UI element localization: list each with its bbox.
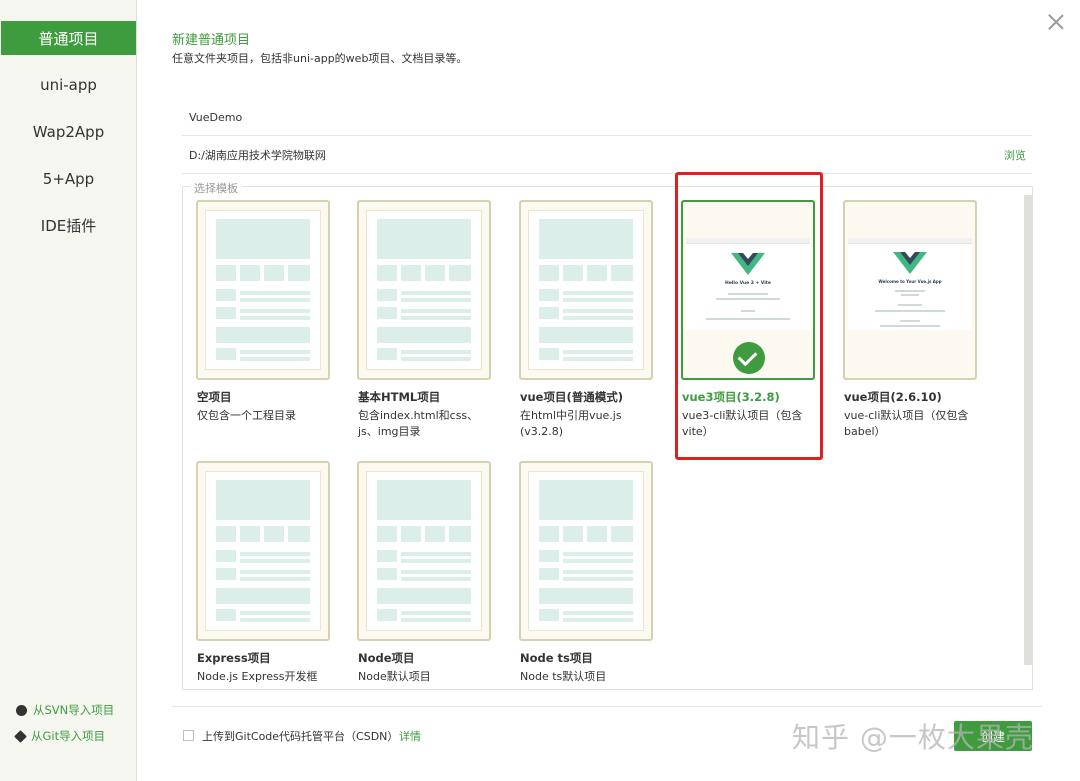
git-import-label: 从Git导入项目 <box>31 729 106 743</box>
layout-preview <box>528 471 644 631</box>
sidebar: 普通项目 uni-app Wap2App 5+App IDE插件 从SVN导入项… <box>0 0 137 781</box>
template-card-empty[interactable]: 空项目 仅包含一个工程目录 <box>196 200 330 424</box>
template-card-express[interactable]: Express项目 Node.js Express开发框架默认项目 <box>196 461 330 685</box>
template-thumbnail: Welcome to Your Vue.js App <box>843 200 977 380</box>
page-title: 新建普通项目 <box>172 33 251 48</box>
vue2-preview-title: Welcome to Your Vue.js App <box>878 279 942 284</box>
sidebar-item-normal-project[interactable]: 普通项目 <box>1 21 136 55</box>
template-title: Node项目 <box>358 651 415 665</box>
template-thumbnail <box>196 461 330 641</box>
template-title: 基本HTML项目 <box>358 390 441 404</box>
template-scrollbar[interactable] <box>1024 195 1032 665</box>
browse-button[interactable]: 浏览 <box>1004 138 1026 174</box>
template-desc: Node.js Express开发框架默认项目 <box>197 670 318 683</box>
template-desc: Node默认项目 <box>358 670 431 683</box>
template-thumbnail <box>357 200 491 380</box>
template-thumbnail <box>519 461 653 641</box>
template-title: Express项目 <box>197 651 271 665</box>
template-card-vue2[interactable]: Welcome to Your Vue.js App vue项目(2.6.10)… <box>843 200 977 440</box>
layout-preview <box>205 210 321 370</box>
project-location-value: D:/湖南应用技术学院物联网 <box>189 149 326 162</box>
vue2-preview: Welcome to Your Vue.js App <box>848 238 972 330</box>
template-title: vue项目(2.6.10) <box>844 390 942 404</box>
page-subtitle: 任意文件夹项目，包括非uni-app的web项目、文档目录等。 <box>172 52 468 65</box>
highlight-box <box>675 172 823 460</box>
sidebar-item-uni-app[interactable]: uni-app <box>1 68 136 102</box>
layout-preview <box>528 210 644 370</box>
git-icon <box>14 729 27 743</box>
git-import-link[interactable]: 从Git导入项目 <box>14 728 106 744</box>
watermark: 知乎 @一枚大果壳 <box>792 721 1034 754</box>
close-icon[interactable] <box>1046 12 1066 32</box>
template-title: vue项目(普通模式) <box>520 390 623 404</box>
sidebar-item-ide-plugin[interactable]: IDE插件 <box>1 208 136 242</box>
svn-import-link[interactable]: 从SVN导入项目 <box>16 702 114 718</box>
template-thumbnail <box>196 200 330 380</box>
sidebar-item-5plus-app[interactable]: 5+App <box>1 162 136 196</box>
footer-divider <box>172 706 1042 707</box>
project-location-input[interactable]: D:/湖南应用技术学院物联网 浏览 <box>182 138 1032 174</box>
template-desc: Node ts默认项目 <box>520 670 607 683</box>
template-title: Node ts项目 <box>520 651 593 665</box>
template-card-basic-html[interactable]: 基本HTML项目 包含index.html和css、js、img目录 <box>357 200 491 440</box>
template-legend: 选择模板 <box>190 180 242 196</box>
layout-preview <box>366 210 482 370</box>
upload-gitcode-checkbox[interactable] <box>183 730 194 741</box>
sidebar-item-wap2app[interactable]: Wap2App <box>1 115 136 149</box>
layout-preview <box>205 471 321 631</box>
project-name-value: VueDemo <box>189 111 243 124</box>
project-name-input[interactable]: VueDemo <box>182 100 1032 136</box>
template-desc: 仅包含一个工程目录 <box>197 409 296 422</box>
template-desc: 在html中引用vue.js (v3.2.8) <box>520 409 622 438</box>
svn-icon <box>16 704 27 716</box>
template-thumbnail <box>519 200 653 380</box>
template-desc: vue-cli默认项目（仅包含babel） <box>844 409 969 438</box>
upload-details-link[interactable]: 详情 <box>399 728 421 744</box>
template-title: 空项目 <box>197 390 232 404</box>
template-desc: 包含index.html和css、js、img目录 <box>358 409 479 438</box>
vue-logo-icon <box>893 252 927 274</box>
upload-gitcode-label: 上传到GitCode代码托管平台（CSDN） <box>202 730 399 743</box>
svn-import-label: 从SVN导入项目 <box>33 703 115 717</box>
template-card-node[interactable]: Node项目 Node默认项目 <box>357 461 491 685</box>
template-card-node-ts[interactable]: Node ts项目 Node ts默认项目 <box>519 461 653 685</box>
layout-preview <box>366 471 482 631</box>
template-thumbnail <box>357 461 491 641</box>
template-card-vue-normal[interactable]: vue项目(普通模式) 在html中引用vue.js (v3.2.8) <box>519 200 653 440</box>
